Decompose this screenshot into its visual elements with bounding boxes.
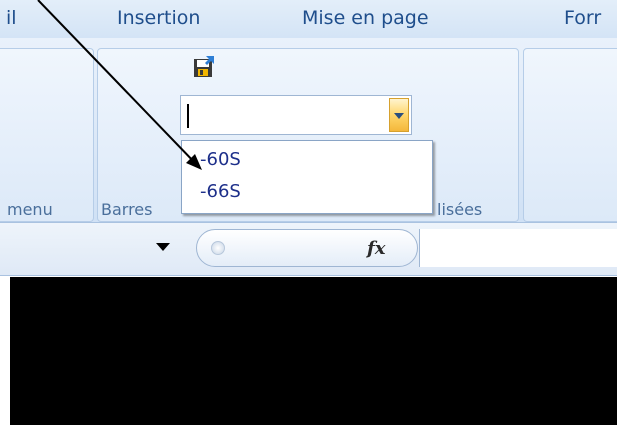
excel-window: il Insertion Mise en page Forr menu Barr… <box>0 0 617 425</box>
annotation-arrow-icon <box>37 0 202 170</box>
